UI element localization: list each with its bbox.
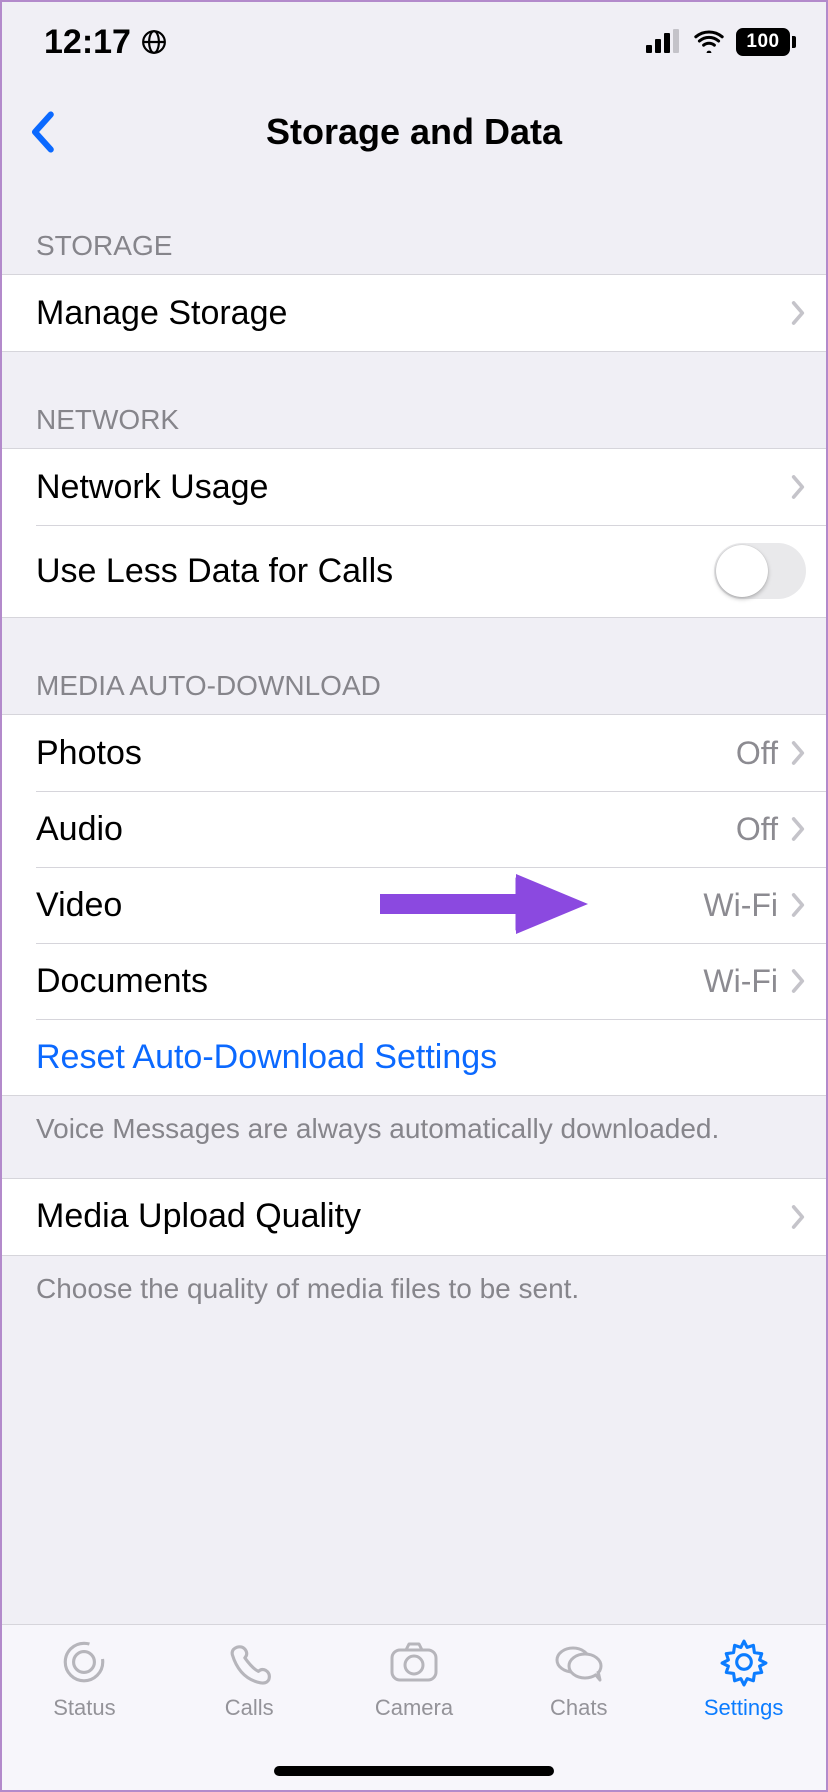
tab-settings[interactable]: Settings <box>661 1635 826 1790</box>
row-network-usage[interactable]: Network Usage <box>2 449 826 525</box>
use-less-data-toggle[interactable] <box>714 543 806 599</box>
section-header-storage: STORAGE <box>2 182 826 274</box>
tab-status[interactable]: Status <box>2 1635 167 1790</box>
row-use-less-data[interactable]: Use Less Data for Calls <box>2 525 826 617</box>
row-manage-storage[interactable]: Manage Storage <box>2 275 826 351</box>
row-label: Network Usage <box>36 468 790 507</box>
row-label: Audio <box>36 810 736 849</box>
phone-icon <box>224 1635 274 1689</box>
tab-label: Calls <box>225 1695 274 1721</box>
row-value: Wi-Fi <box>703 963 778 1000</box>
row-label: Video <box>36 886 703 925</box>
row-reset-auto-download[interactable]: Reset Auto-Download Settings <box>2 1019 826 1095</box>
tab-label: Settings <box>704 1695 784 1721</box>
row-photos[interactable]: Photos Off <box>2 715 826 791</box>
battery-icon: 100 <box>736 28 796 56</box>
battery-level: 100 <box>736 28 790 56</box>
list-storage: Manage Storage <box>2 274 826 352</box>
list-media: Photos Off Audio Off Video Wi-Fi Documen… <box>2 714 826 1096</box>
status-bar: 12:17 100 <box>2 2 826 82</box>
row-audio[interactable]: Audio Off <box>2 791 826 867</box>
chevron-right-icon <box>790 1204 806 1230</box>
list-upload: Media Upload Quality <box>2 1178 826 1256</box>
tab-bar: Status Calls Camera Chats Settings <box>2 1624 826 1790</box>
cellular-signal-icon <box>646 23 682 62</box>
toggle-knob <box>716 545 768 597</box>
tab-label: Status <box>53 1695 115 1721</box>
chevron-right-icon <box>790 968 806 994</box>
gear-icon <box>719 1635 769 1689</box>
row-label: Media Upload Quality <box>36 1197 790 1236</box>
row-video[interactable]: Video Wi-Fi <box>2 867 826 943</box>
row-documents[interactable]: Documents Wi-Fi <box>2 943 826 1019</box>
home-indicator[interactable] <box>274 1766 554 1776</box>
status-icon <box>59 1635 109 1689</box>
row-value: Off <box>736 735 778 772</box>
chevron-right-icon <box>790 300 806 326</box>
footer-upload: Choose the quality of media files to be … <box>2 1256 826 1308</box>
page-title: Storage and Data <box>266 111 562 153</box>
row-value: Off <box>736 811 778 848</box>
back-button[interactable] <box>22 112 62 152</box>
row-label: Use Less Data for Calls <box>36 552 714 591</box>
nav-header: Storage and Data <box>2 82 826 182</box>
footer-media: Voice Messages are always automatically … <box>2 1096 826 1178</box>
tab-label: Chats <box>550 1695 607 1721</box>
chats-icon <box>551 1635 607 1689</box>
camera-icon <box>386 1635 442 1689</box>
list-network: Network Usage Use Less Data for Calls <box>2 448 826 618</box>
wifi-icon <box>692 23 726 62</box>
chevron-right-icon <box>790 816 806 842</box>
row-value: Wi-Fi <box>703 887 778 924</box>
chevron-right-icon <box>790 474 806 500</box>
row-label: Photos <box>36 734 736 773</box>
row-label: Manage Storage <box>36 294 790 333</box>
chevron-right-icon <box>790 892 806 918</box>
section-header-media: MEDIA AUTO-DOWNLOAD <box>2 618 826 714</box>
section-header-network: NETWORK <box>2 352 826 448</box>
row-label: Reset Auto-Download Settings <box>36 1038 806 1077</box>
globe-icon <box>141 29 167 55</box>
status-time: 12:17 <box>44 23 131 62</box>
tab-label: Camera <box>375 1695 453 1721</box>
chevron-right-icon <box>790 740 806 766</box>
row-media-upload-quality[interactable]: Media Upload Quality <box>2 1179 826 1255</box>
row-label: Documents <box>36 962 703 1001</box>
